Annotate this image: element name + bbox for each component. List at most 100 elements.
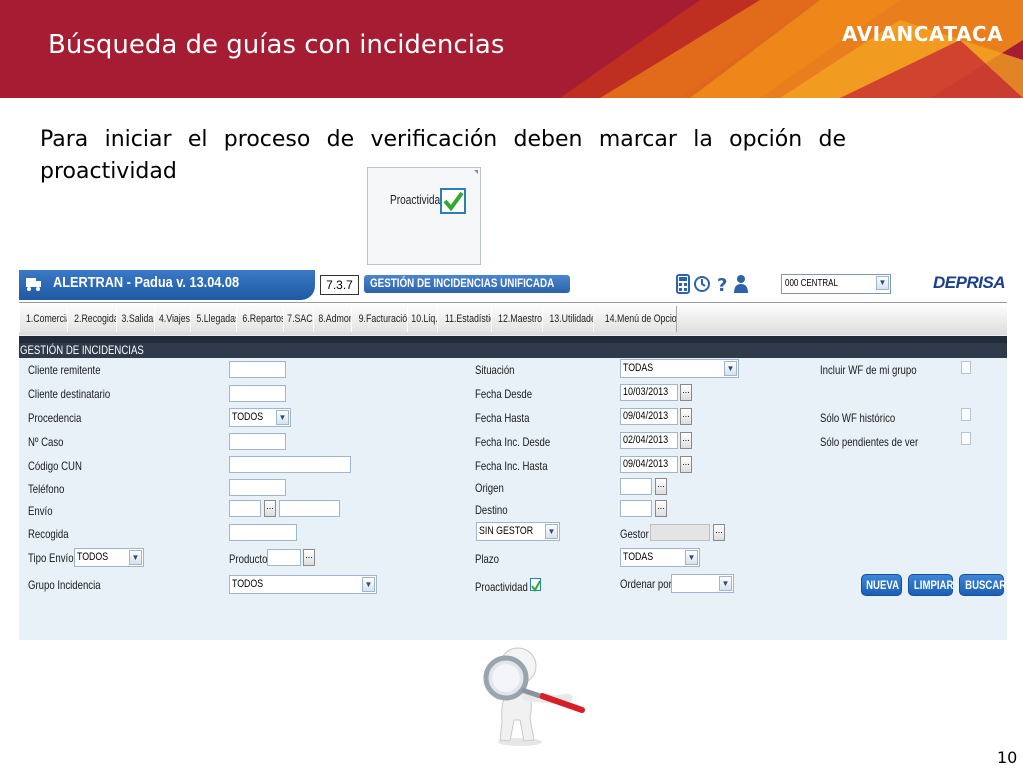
label-codigo-cun: Código CUN (28, 459, 82, 473)
label-grupo-incidencia: Grupo Incidencia (28, 578, 101, 592)
label-situacion: Situación (475, 363, 515, 377)
fecha-inc-desde-input[interactable]: 02/04/2013 (620, 432, 678, 449)
fecha-desde-picker-button[interactable]: ... (680, 384, 692, 401)
alertran-app-window: ALERTRAN - Padua v. 13.04.08 7.3.7 GESTI… (19, 270, 1007, 640)
telefono-input[interactable] (229, 479, 286, 496)
screen-code-field[interactable]: 7.3.7 (320, 275, 359, 295)
menu-tab-llegadas[interactable]: 5.Llegadas (190, 306, 237, 332)
checkmark-icon (443, 191, 464, 212)
solo-pendientes-checkbox[interactable] (961, 432, 971, 445)
label-fecha-hasta: Fecha Hasta (475, 411, 530, 425)
callout-label: Proactividad (390, 192, 446, 207)
plazo-select[interactable]: TODAS ▼ (620, 548, 700, 567)
label-origen: Origen (475, 481, 504, 495)
office-select[interactable]: 000 CENTRAL ▼ (781, 274, 891, 294)
fecha-desde-input[interactable]: 10/03/2013 (620, 384, 678, 401)
checkmark-icon (531, 580, 541, 592)
app-top-bar: ALERTRAN - Padua v. 13.04.08 7.3.7 GESTI… (19, 270, 1007, 302)
gestor-input (650, 524, 710, 541)
tipo-envio-select[interactable]: TODOS ▼ (74, 548, 144, 567)
envio-prefix-input[interactable] (229, 500, 261, 517)
deprisa-logo: DEPRISA (933, 273, 1006, 293)
menu-tab-maestros[interactable]: 12.Maestros (491, 306, 543, 332)
label-envio: Envío (28, 504, 53, 518)
menu-tab-salidas[interactable]: 3.Salidas (116, 306, 155, 332)
app-title-bar: ALERTRAN - Padua v. 13.04.08 (19, 270, 315, 300)
label-gestor: Gestor (620, 527, 649, 541)
menu-tab-estadistica[interactable]: 11.Estadística (437, 306, 492, 332)
svg-text:?: ? (717, 275, 727, 294)
label-incluir-wf: Incluir WF de mi grupo (820, 363, 917, 377)
n-caso-input[interactable] (229, 433, 286, 450)
procedencia-value: TODOS (232, 411, 264, 423)
fecha-inc-hasta-input[interactable]: 09/04/2013 (620, 456, 678, 473)
menu-tab-recogidas[interactable]: 2.Recogidas (67, 306, 117, 332)
gestor-filter-value: SIN GESTOR (479, 525, 534, 537)
menu-tab-repartos[interactable]: 6.Repartos (236, 306, 284, 332)
gestor-filter-select[interactable]: SIN GESTOR ▼ (476, 522, 560, 541)
label-ordenar-por: Ordenar por (620, 577, 672, 591)
chevron-down-icon: ▼ (129, 550, 142, 565)
destino-input[interactable] (620, 500, 652, 517)
truck-icon (26, 278, 41, 291)
label-recogida: Recogida (28, 527, 69, 541)
chevron-down-icon: ▼ (545, 524, 558, 539)
magnifier-figure-icon (483, 647, 585, 746)
grupo-incidencia-select[interactable]: TODOS ▼ (229, 575, 377, 594)
menu-tab-sac[interactable]: 7.SAC (283, 306, 314, 332)
ordenar-por-select[interactable]: ▼ (671, 574, 734, 593)
label-fecha-desde: Fecha Desde (475, 387, 533, 401)
origen-lookup-button[interactable]: ... (655, 478, 667, 495)
nueva-button[interactable]: NUEVA (861, 574, 902, 596)
menu-tab-comercial[interactable]: 1.Comercial (19, 306, 68, 332)
callout-checkbox (440, 188, 466, 214)
proactividad-checkbox[interactable] (530, 578, 541, 592)
incluir-wf-checkbox[interactable] (961, 361, 971, 374)
menu-tab-viajes[interactable]: 4.Viajes (154, 306, 191, 332)
situacion-value: TODAS (623, 362, 654, 374)
avianca-taca-logo: AVIANCATACA (842, 22, 1004, 46)
menu-tab-liq[interactable]: 10.Liq. (407, 306, 438, 332)
calculator-icon[interactable] (675, 274, 691, 294)
label-cliente-remitente: Cliente remitente (28, 363, 101, 377)
proactividad-callout: Proactividad (367, 167, 481, 265)
codigo-cun-input[interactable] (229, 456, 351, 473)
corner-mark (474, 170, 478, 174)
origen-input[interactable] (620, 478, 652, 495)
situacion-select[interactable]: TODAS ▼ (620, 359, 739, 378)
chevron-down-icon: ▼ (724, 361, 737, 376)
user-icon[interactable] (733, 274, 749, 294)
procedencia-select[interactable]: TODOS ▼ (229, 408, 291, 427)
chevron-down-icon: ▼ (719, 576, 732, 591)
office-value: 000 CENTRAL (785, 278, 838, 289)
producto-lookup-button[interactable]: ... (303, 549, 315, 566)
help-icon[interactable]: ? (714, 274, 730, 294)
menu-tab-facturacion[interactable]: 9.Facturación (351, 306, 408, 332)
label-fecha-inc-desde: Fecha Inc. Desde (475, 435, 551, 449)
cliente-destinatario-input[interactable] (229, 385, 286, 402)
envio-lookup-button[interactable]: ... (264, 500, 276, 517)
buscar-button[interactable]: BUSCAR (959, 574, 1006, 596)
label-solo-wf-historico: Sólo WF histórico (820, 411, 896, 425)
solo-wf-historico-checkbox[interactable] (961, 408, 971, 421)
recogida-input[interactable] (229, 524, 297, 541)
cliente-remitente-input[interactable] (229, 361, 286, 378)
limpiar-button[interactable]: LIMPIAR (908, 574, 953, 596)
deprisa-text: DEPRISA (933, 273, 1006, 292)
section-title: GESTIÓN DE INCIDENCIAS (19, 343, 1007, 358)
fecha-inc-hasta-picker-button[interactable]: ... (680, 456, 692, 473)
slide-header: Búsqueda de guías con incidencias AVIANC… (0, 0, 1023, 98)
clock-icon[interactable] (694, 274, 710, 294)
fecha-hasta-input[interactable]: 09/04/2013 (620, 408, 678, 425)
menu-tab-utilidades[interactable]: 13.Utilidades (542, 306, 594, 332)
producto-input[interactable] (267, 549, 301, 566)
menu-tab-menu-opciones[interactable]: 14.Menú de Opciones (593, 306, 677, 332)
gestor-lookup-button[interactable]: ... (713, 524, 725, 541)
fecha-hasta-picker-button[interactable]: ... (680, 408, 692, 425)
envio-number-input[interactable] (279, 500, 340, 517)
fecha-inc-desde-picker-button[interactable]: ... (680, 432, 692, 449)
destino-lookup-button[interactable]: ... (655, 500, 667, 517)
chevron-down-icon: ▼ (276, 410, 289, 425)
menu-tab-admon[interactable]: 8.Admon (313, 306, 352, 332)
chevron-down-icon: ▼ (876, 276, 889, 290)
